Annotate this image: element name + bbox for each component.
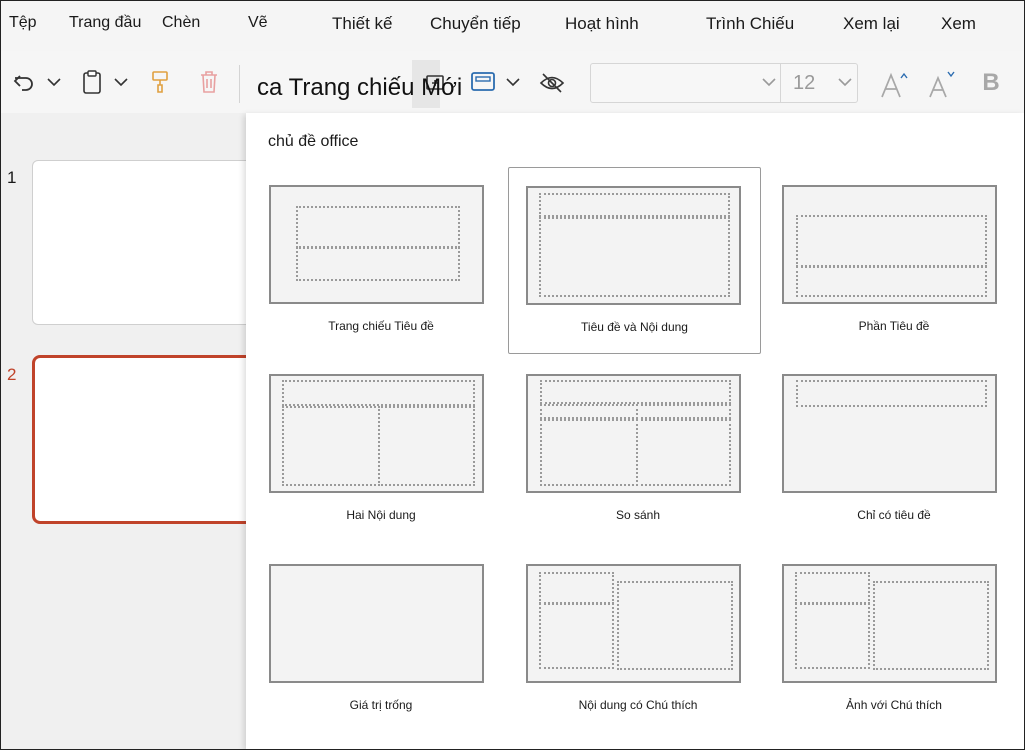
content-caption-layout-icon [526,564,741,683]
layout-label: Hai Nội dung [346,508,416,522]
menu-bar: Tệp Trang đầu Chèn Vẽ Thiết kế Chuyển ti… [1,1,1024,51]
new-slide-button[interactable]: ca Trang chiếu Mới [257,74,462,102]
font-size-value: 12 [793,72,816,94]
menu-slideshow[interactable]: Trình Chiếu [706,14,794,34]
menu-transitions[interactable]: Chuyển tiếp [430,14,521,34]
two-content-layout-icon [269,374,484,493]
layout-label: Giá trị trống [349,698,413,712]
layout-option-selected[interactable]: Tiêu đề và Nội dung [508,167,761,354]
menu-insert[interactable]: Chèn [162,14,200,32]
layout-label: So sánh [615,508,661,522]
section-header-layout-icon [782,185,997,304]
increase-font-size-icon[interactable] [879,69,911,99]
trash-icon[interactable] [196,68,222,96]
layout-option[interactable]: Trang chiếu Tiêu đề [255,167,507,353]
toolbar-divider [239,65,240,103]
undo-icon[interactable] [11,69,37,95]
blank-layout-icon [269,564,484,683]
menu-home[interactable]: Trang đầu [69,14,141,32]
layout-option[interactable]: Giá trị trống [255,547,507,733]
menu-view[interactable]: Xem [941,14,976,34]
format-painter-icon[interactable] [148,68,172,96]
chevron-down-icon [762,78,776,87]
hide-slide-icon[interactable] [537,69,567,97]
chevron-down-icon[interactable] [504,73,522,91]
menu-review[interactable]: Xem lại [843,14,900,34]
picture-caption-layout-icon [782,564,997,683]
menu-file[interactable]: Tệp [9,14,37,32]
font-size-dropdown[interactable]: 12 [780,63,858,103]
title-slide-layout-icon [269,185,484,304]
layout-label: Phần Tiêu đề [858,319,930,333]
slide-number: 2 [7,365,17,384]
title-content-layout-icon [526,186,741,305]
decrease-font-size-icon[interactable] [927,69,959,99]
menu-design[interactable]: Thiết kế [332,14,392,34]
layout-option[interactable]: Hai Nội dung [255,357,507,543]
menu-animations[interactable]: Hoạt hình [565,14,639,34]
chevron-down-icon[interactable] [112,73,130,91]
title-only-layout-icon [782,374,997,493]
slide-number: 1 [7,168,17,187]
gallery-title: chủ đề office [268,133,359,150]
font-name-dropdown[interactable] [590,63,782,103]
layout-option[interactable]: Phần Tiêu đề [768,167,1020,353]
layout-option[interactable]: Chỉ có tiêu đề [768,357,1020,543]
layout-label: Chỉ có tiêu đề [857,508,931,522]
app-window: Tệp Trang đầu Chèn Vẽ Thiết kế Chuyển ti… [0,0,1025,750]
slide-thumbnail[interactable] [32,160,264,325]
layout-label: Trang chiếu Tiêu đề [328,319,434,333]
layout-label: Tiêu đề và Nội dung [581,320,688,334]
layout-gallery: chủ đề office Trang chiếu Tiêu đề Tiêu đ… [246,113,1024,749]
layout-label: Nội dung có Chú thích [578,698,698,712]
layout-option[interactable]: So sánh [512,357,764,543]
chevron-down-icon [838,78,852,87]
layout-option[interactable]: Ảnh với Chú thích [768,547,1020,733]
layout-option[interactable]: Nội dung có Chú thích [512,547,764,733]
layout-label: Ảnh với Chú thích [846,698,942,712]
clipboard-icon[interactable] [79,68,105,96]
menu-draw[interactable]: Vẽ [248,14,268,32]
slide-thumbnail-selected[interactable] [32,355,264,524]
chevron-down-icon[interactable] [45,73,63,91]
bold-icon[interactable]: B [979,69,1003,97]
comparison-layout-icon [526,374,741,493]
layout-icon[interactable] [469,69,497,95]
